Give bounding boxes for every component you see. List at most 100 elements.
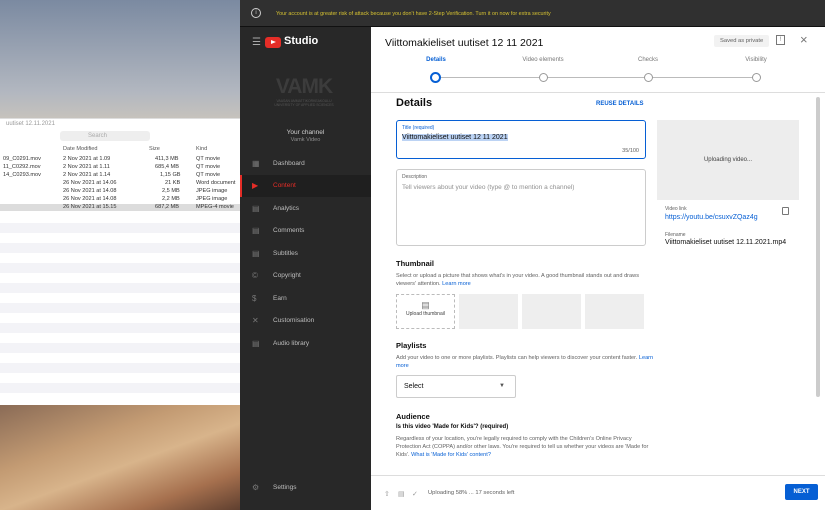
playlist-select[interactable]: Select ▼ (396, 375, 516, 398)
dashboard-icon: ▦ (252, 159, 260, 168)
security-banner: i Your account is at greater risk of att… (240, 0, 825, 27)
content-icon: ▶ (252, 181, 259, 190)
column-kind[interactable]: Kind (196, 146, 207, 152)
finder-title: uutiset 12.11.2021 (6, 121, 55, 127)
security-warning-text[interactable]: Your account is at greater risk of attac… (276, 11, 551, 17)
empty-row (0, 363, 240, 373)
copy-icon[interactable] (782, 207, 789, 215)
settings-icon: ⚙ (252, 483, 260, 492)
nav-earn[interactable]: $ Earn (240, 288, 371, 310)
nav-comments[interactable]: ▤ Comments (240, 220, 371, 242)
upload-dialog: Viittomakieliset uutiset 12 11 2021 Save… (371, 27, 825, 510)
studio-sidebar: ☰ Studio VAMK VAASAN AMMATTIKORKEAKOULU U… (240, 27, 371, 510)
nav-copyright[interactable]: © Copyright (240, 265, 371, 287)
thumbnail-description: Select or upload a picture that shows wh… (396, 273, 639, 287)
made-for-kids-link[interactable]: What is 'Made for Kids' content? (411, 452, 491, 458)
upload-status: Uploading 58% ... 17 seconds left (428, 490, 515, 496)
nav-audio-library[interactable]: ▤ Audio library (240, 333, 371, 355)
divider (371, 92, 825, 93)
audio-library-icon: ▤ (252, 339, 260, 348)
step-dot-video-elements[interactable] (539, 73, 548, 82)
empty-row (0, 323, 240, 333)
file-row[interactable]: 09_C0291.mov 2 Nov 2021 at 1.09 411,3 MB QT… (0, 156, 240, 163)
finder-search-input[interactable]: Search (60, 131, 150, 141)
menu-icon[interactable]: ☰ (252, 37, 261, 48)
playlists-heading: Playlists (396, 341, 427, 350)
empty-row (0, 263, 240, 273)
thumbnail-learn-more-link[interactable]: Learn more (442, 281, 471, 287)
upload-icon: ⇧ (384, 491, 390, 498)
video-preview: Uploading video... (657, 120, 799, 200)
step-dot-checks[interactable] (644, 73, 653, 82)
step-visibility[interactable]: Visibility (721, 57, 791, 63)
empty-row (0, 303, 240, 313)
video-link[interactable]: https://youtu.be/csuxvZQaz4g (665, 214, 758, 221)
filename-value: Viittomakieliset uutiset 12.11.2021.mp4 (665, 239, 787, 246)
nav-settings[interactable]: ⚙ Settings (240, 477, 371, 499)
description-field[interactable]: Description Tell viewers about your vide… (396, 169, 646, 246)
filename-label: Filename (665, 232, 686, 238)
video-link-label: Video link (665, 206, 687, 212)
saved-status-badge: Saved as private (714, 35, 770, 47)
step-details[interactable]: Details (401, 57, 471, 63)
step-dot-details[interactable] (430, 72, 441, 83)
channel-title: Your channel (286, 129, 325, 136)
upload-stepper: Details Video elements Checks Visibility (371, 57, 825, 87)
dropdown-arrow-icon: ▼ (499, 383, 505, 389)
audience-description: Regardless of your location, you're lega… (396, 436, 649, 458)
description-placeholder[interactable]: Tell viewers about your video (type @ to… (402, 184, 574, 191)
thumbnail-heading: Thumbnail (396, 259, 434, 268)
file-row[interactable]: 26 Nov 2021 at 14.06 21 KB Word document (0, 180, 240, 187)
column-size[interactable]: Size (149, 146, 160, 152)
details-heading: Details (396, 97, 433, 109)
empty-row (0, 383, 240, 393)
check-icon: ✓ (412, 491, 418, 498)
playlists-description: Add your video to one or more playlists.… (396, 355, 654, 369)
file-row[interactable]: 26 Nov 2021 at 14.08 2,5 MB JPEG image (0, 188, 240, 195)
scrollbar[interactable] (816, 97, 820, 397)
comments-icon: ▤ (252, 226, 260, 235)
nav-analytics[interactable]: ▤ Analytics (240, 198, 371, 220)
channel-name: Vamk Video (290, 137, 321, 143)
title-label: Title (required) (402, 125, 435, 131)
nav-content[interactable]: ▶ Content (240, 175, 371, 197)
next-button[interactable]: NEXT (785, 484, 818, 500)
empty-row (0, 243, 240, 253)
finder-column-headers: Date Modified Size Kind (0, 146, 240, 154)
nav-dashboard[interactable]: ▦ Dashboard (240, 153, 371, 175)
nav-customisation[interactable]: ✕ Customisation (240, 310, 371, 332)
made-for-kids-question: Is this video 'Made for Kids'? (required… (396, 424, 509, 430)
dialog-footer: ⇧ ▤ ✓ Uploading 58% ... 17 seconds left … (371, 475, 825, 510)
stepper-line (441, 77, 756, 78)
file-row-selected[interactable]: 26 Nov 2021 at 15.15 687,2 MB MPEG-4 movie (0, 204, 240, 211)
auto-thumbnail[interactable] (459, 294, 518, 329)
studio-title[interactable]: Studio (284, 35, 318, 47)
desktop-wallpaper-dunes (0, 405, 240, 510)
file-row[interactable]: 26 Nov 2021 at 14.08 2,2 MB JPEG image (0, 196, 240, 203)
hd-icon: ▤ (398, 491, 405, 498)
auto-thumbnail[interactable] (522, 294, 581, 329)
description-label: Description (402, 174, 428, 180)
upload-thumbnail-button[interactable]: ▤ Upload thumbnail (396, 294, 455, 329)
channel-avatar[interactable]: VAMK VAASAN AMMATTIKORKEAKOULU UNIVERSITY… (270, 75, 338, 120)
title-field[interactable]: Title (required) Viittomakieliset uutise… (396, 120, 646, 159)
title-value[interactable]: Viittomakieliset uutiset 12 11 2021 (402, 134, 508, 141)
column-date[interactable]: Date Modified (63, 146, 98, 152)
copyright-icon: © (252, 271, 258, 280)
file-row[interactable]: 14_C0293.mov 2 Nov 2021 at 1.14 1,15 GB QT … (0, 172, 240, 179)
auto-thumbnail[interactable] (585, 294, 644, 329)
dialog-title: Viittomakieliset uutiset 12 11 2021 (385, 37, 544, 49)
step-dot-visibility[interactable] (752, 73, 761, 82)
step-checks[interactable]: Checks (613, 57, 683, 63)
subtitles-icon: ▤ (252, 249, 260, 258)
reuse-details-button[interactable]: REUSE DETAILS (596, 101, 644, 107)
empty-row (0, 223, 240, 233)
feedback-icon[interactable]: ! (776, 35, 785, 45)
empty-row (0, 283, 240, 293)
file-row[interactable]: 11_C0292.mov 2 Nov 2021 at 1.11 685,4 MB QT… (0, 164, 240, 171)
close-icon[interactable]: × (800, 32, 808, 47)
image-upload-icon: ▤ (421, 300, 430, 310)
youtube-logo-icon[interactable] (265, 37, 281, 48)
nav-subtitles[interactable]: ▤ Subtitles (240, 243, 371, 265)
step-video-elements[interactable]: Video elements (508, 57, 578, 63)
